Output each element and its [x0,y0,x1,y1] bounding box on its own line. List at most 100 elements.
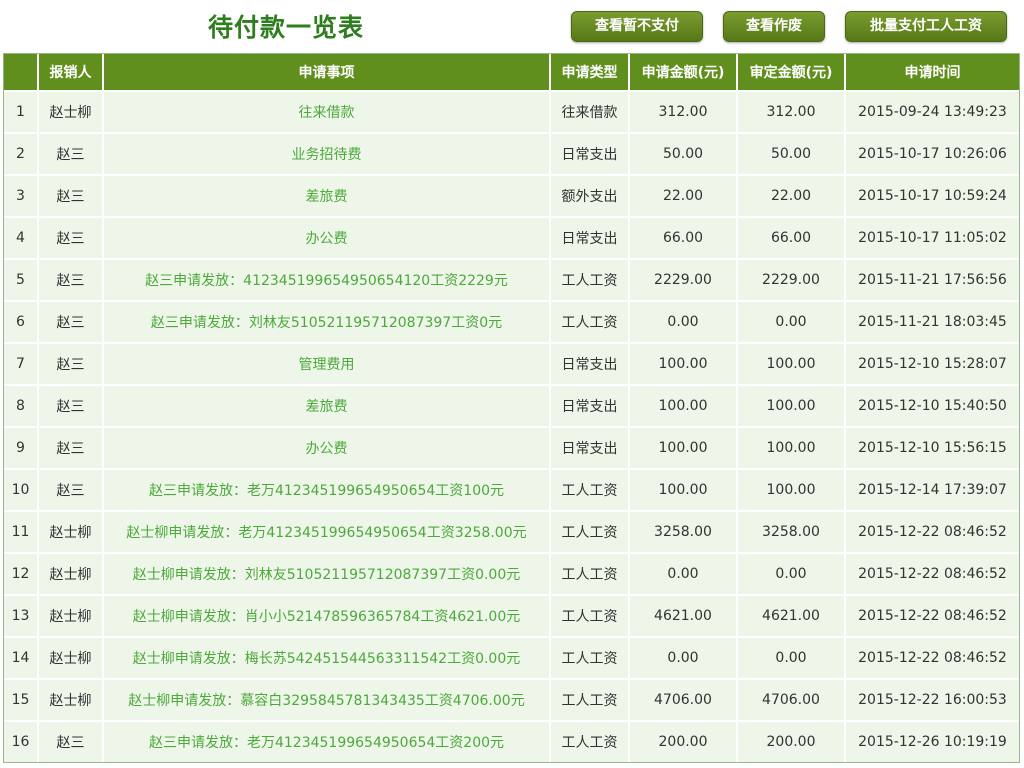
cell-time: 2015-12-10 15:56:15 [845,426,1019,469]
cell-item-link[interactable]: 赵士柳申请发放：慕容白3295845781343435工资4706.00元 [103,678,551,721]
cell-item-link[interactable]: 差旅费 [103,384,551,427]
cell-approved: 100.00 [737,384,846,427]
table-row: 2 赵三 业务招待费 日常支出 50.00 50.00 2015-10-17 10:26:0… [4,132,1019,175]
batch-pay-wages-button[interactable]: 批量支付工人工资 [845,11,1007,42]
page: 待付款一览表 查看暂不支付 查看作废 批量支付工人工资 报销人 申请事项 申请类… [0,0,1024,768]
header-item: 申请事项 [103,54,551,91]
cell-type: 日常支出 [550,132,630,175]
cell-type: 工人工资 [550,552,630,595]
cell-type: 日常支出 [550,342,630,385]
cell-time: 2015-10-17 11:05:02 [845,216,1019,259]
cell-amount: 4706.00 [629,678,738,721]
cell-person: 赵三 [38,426,104,469]
cell-time: 2015-12-26 10:19:19 [845,720,1019,762]
cell-time: 2015-12-22 08:46:52 [845,552,1019,595]
cell-amount: 2229.00 [629,258,738,301]
header-approved: 审定金额(元) [737,54,846,91]
cell-person: 赵士柳 [38,552,104,595]
cell-approved: 200.00 [737,720,846,762]
cell-index: 8 [4,384,39,427]
cell-index: 2 [4,132,39,175]
header-index [4,54,39,91]
cell-item-link[interactable]: 往来借款 [103,90,551,133]
cell-item-link[interactable]: 管理费用 [103,342,551,385]
cell-type: 日常支出 [550,384,630,427]
cell-item-link[interactable]: 赵三申请发放：刘林友510521195712087397工资0元 [103,300,551,343]
cell-person: 赵士柳 [38,678,104,721]
cell-person: 赵三 [38,342,104,385]
cell-amount: 100.00 [629,342,738,385]
table-row: 9 赵三 办公费 日常支出 100.00 100.00 2015-12-10 15:56:1… [4,426,1019,469]
cell-person: 赵士柳 [38,594,104,637]
cell-person: 赵士柳 [38,510,104,553]
cell-type: 日常支出 [550,216,630,259]
cell-type: 工人工资 [550,468,630,511]
table-row: 4 赵三 办公费 日常支出 66.00 66.00 2015-10-17 11:05:02 [4,216,1019,259]
cell-item-link[interactable]: 赵士柳申请发放：肖小小521478596365784工资4621.00元 [103,594,551,637]
cell-person: 赵三 [38,258,104,301]
cell-time: 2015-11-21 17:56:56 [845,258,1019,301]
cell-time: 2015-10-17 10:26:06 [845,132,1019,175]
cell-index: 12 [4,552,39,595]
cell-item-link[interactable]: 业务招待费 [103,132,551,175]
cell-time: 2015-12-22 08:46:52 [845,510,1019,553]
cell-type: 工人工资 [550,510,630,553]
cell-person: 赵三 [38,720,104,762]
cell-time: 2015-12-14 17:39:07 [845,468,1019,511]
cell-item-link[interactable]: 办公费 [103,426,551,469]
cell-person: 赵士柳 [38,636,104,679]
table-row: 10 赵三 赵三申请发放：老万412345199654950654工资100元 工人工… [4,468,1019,511]
cell-index: 4 [4,216,39,259]
cell-item-link[interactable]: 差旅费 [103,174,551,217]
cell-item-link[interactable]: 办公费 [103,216,551,259]
cell-item-link[interactable]: 赵士柳申请发放：梅长苏542451544563311542工资0.00元 [103,636,551,679]
cell-approved: 22.00 [737,174,846,217]
cell-type: 往来借款 [550,90,630,133]
cell-index: 14 [4,636,39,679]
cell-amount: 100.00 [629,384,738,427]
header-time: 申请时间 [845,54,1019,91]
cell-type: 工人工资 [550,720,630,762]
table-row: 11 赵士柳 赵士柳申请发放：老万412345199654950654工资3258.… [4,510,1019,553]
cell-approved: 3258.00 [737,510,846,553]
cell-person: 赵士柳 [38,90,104,133]
cell-index: 15 [4,678,39,721]
header-person: 报销人 [38,54,104,91]
cell-item-link[interactable]: 赵三申请发放：412345199654950654120工资2229元 [103,258,551,301]
cell-approved: 312.00 [737,90,846,133]
cell-type: 额外支出 [550,174,630,217]
table-row: 5 赵三 赵三申请发放：412345199654950654120工资2229元 工人… [4,258,1019,301]
cell-person: 赵三 [38,468,104,511]
cell-index: 7 [4,342,39,385]
cell-type: 日常支出 [550,426,630,469]
table-row: 6 赵三 赵三申请发放：刘林友510521195712087397工资0元 工人工资 0… [4,300,1019,343]
cell-amount: 0.00 [629,552,738,595]
cell-item-link[interactable]: 赵士柳申请发放：老万412345199654950654工资3258.00元 [103,510,551,553]
table-row: 7 赵三 管理费用 日常支出 100.00 100.00 2015-12-10 15:28:… [4,342,1019,385]
view-unpaid-button[interactable]: 查看暂不支付 [571,11,703,42]
cell-item-link[interactable]: 赵三申请发放：老万412345199654950654工资100元 [103,468,551,511]
cell-amount: 100.00 [629,468,738,511]
cell-index: 16 [4,720,39,762]
table-row: 14 赵士柳 赵士柳申请发放：梅长苏542451544563311542工资0.00… [4,636,1019,679]
cell-item-link[interactable]: 赵士柳申请发放：刘林友510521195712087397工资0.00元 [103,552,551,595]
cell-person: 赵三 [38,132,104,175]
cell-person: 赵三 [38,216,104,259]
table-row: 8 赵三 差旅费 日常支出 100.00 100.00 2015-12-10 15:40:5… [4,384,1019,427]
cell-approved: 4621.00 [737,594,846,637]
cell-person: 赵三 [38,300,104,343]
cell-approved: 0.00 [737,636,846,679]
table-row: 3 赵三 差旅费 额外支出 22.00 22.00 2015-10-17 10:59:24 [4,174,1019,217]
cell-type: 工人工资 [550,594,630,637]
table-header-row: 报销人 申请事项 申请类型 申请金额(元) 审定金额(元) 申请时间 [4,54,1019,91]
cell-approved: 100.00 [737,342,846,385]
cell-amount: 200.00 [629,720,738,762]
view-voided-button[interactable]: 查看作废 [723,11,825,42]
page-title: 待付款一览表 [208,13,365,42]
cell-index: 10 [4,468,39,511]
cell-time: 2015-10-17 10:59:24 [845,174,1019,217]
cell-approved: 100.00 [737,426,846,469]
cell-item-link[interactable]: 赵三申请发放：老万412345199654950654工资200元 [103,720,551,762]
table-row: 1 赵士柳 往来借款 往来借款 312.00 312.00 2015-09-24 13:49… [4,90,1019,133]
cell-amount: 0.00 [629,300,738,343]
